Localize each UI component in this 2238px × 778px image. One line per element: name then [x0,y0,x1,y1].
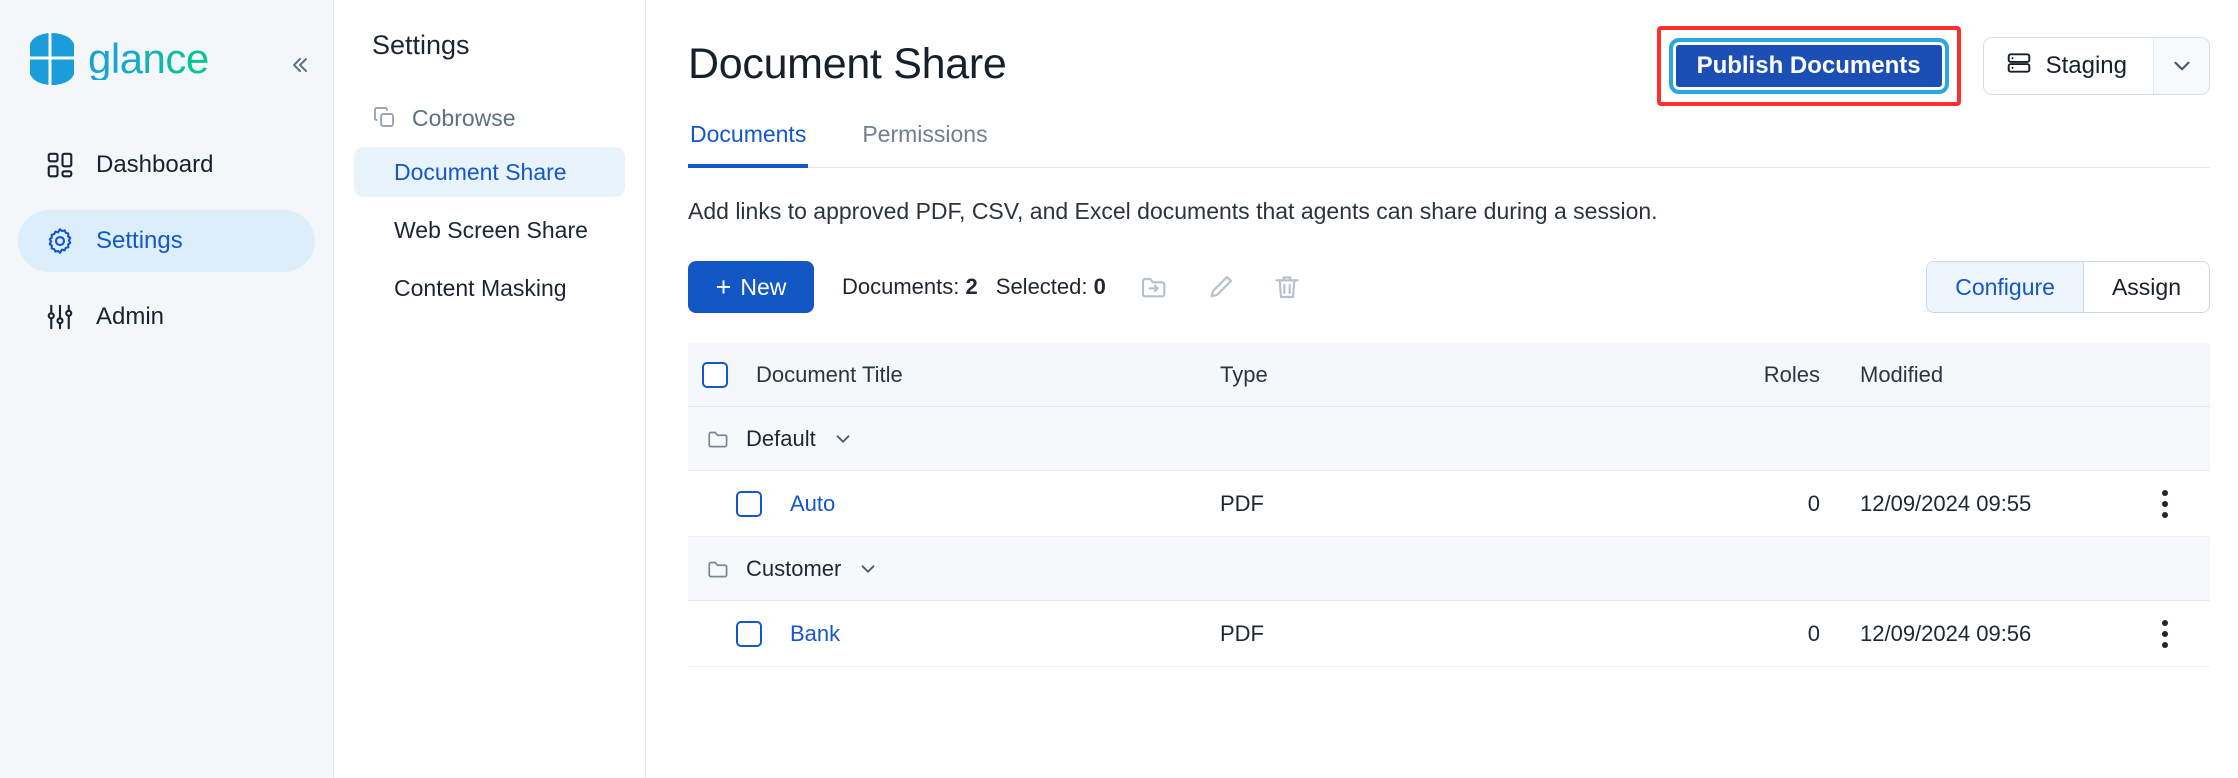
app-root: glance Dashboard [0,0,2238,778]
document-type: PDF [1220,491,1700,517]
page-description: Add links to approved PDF, CSV, and Exce… [688,198,2210,225]
document-title-link[interactable]: Auto [790,491,1220,517]
brand-name: glance [88,38,209,80]
glance-logo-icon [30,33,74,85]
server-stack-icon [2006,50,2032,83]
column-roles[interactable]: Roles [1700,362,1820,388]
publish-documents-button[interactable]: Publish Documents [1669,38,1949,94]
kebab-menu-icon[interactable] [2162,490,2168,518]
selected-count: Selected: 0 [996,274,1106,300]
new-document-button[interactable]: + New [688,261,814,313]
copy-stack-icon [372,105,398,131]
dashboard-grid-icon [44,149,76,181]
column-document-title[interactable]: Document Title [756,362,1220,388]
selected-count-label: Selected: [996,274,1088,299]
row-actions-cell [2120,490,2210,518]
documents-table: Document Title Type Roles Modified Defau… [688,343,2210,667]
move-to-folder-icon[interactable] [1138,270,1172,304]
selected-count-value: 0 [1094,274,1106,299]
sidebar-item-label: Settings [96,227,183,255]
chevron-down-icon[interactable] [832,428,854,450]
document-modified: 12/09/2024 09:55 [1820,491,2120,517]
sidebar-item-dashboard[interactable]: Dashboard [18,134,315,196]
folder-group-name: Customer [746,556,841,582]
plus-icon: + [716,274,732,301]
chevron-down-icon[interactable] [857,558,879,580]
subnav-item-content-masking[interactable]: Content Masking [354,263,625,313]
document-counts: Documents: 2 Selected: 0 [842,274,1106,300]
subnav-item-label: Content Masking [394,275,567,302]
subnav-item-document-share[interactable]: Document Share [354,147,625,197]
edit-pencil-icon[interactable] [1204,270,1238,304]
row-select-cell [688,491,790,517]
folder-group-name: Default [746,426,816,452]
new-document-label: New [740,274,786,301]
gear-icon [44,225,76,257]
settings-subnav: Settings Cobrowse Document Share Web Scr… [334,0,646,778]
tab-permissions[interactable]: Permissions [860,117,989,168]
row-select-cell [688,621,790,647]
row-checkbox[interactable] [736,491,762,517]
table-row[interactable]: Bank PDF 0 12/09/2024 09:56 [688,601,2210,667]
subnav-item-label: Web Screen Share [394,217,588,244]
chevron-down-icon[interactable] [2153,38,2209,94]
folder-icon [706,556,732,582]
environment-label: Staging [2046,52,2127,80]
primary-sidebar: glance Dashboard [0,0,334,778]
toolbar-actions [1138,270,1304,304]
folder-group-row[interactable]: Default [688,407,2210,471]
subnav-item-web-screen-share[interactable]: Web Screen Share [354,205,625,255]
header-actions: Publish Documents Staging [1657,26,2210,106]
folder-icon [706,426,732,452]
document-title-link[interactable]: Bank [790,621,1220,647]
table-toolbar: + New Documents: 2 Selected: 0 [688,261,2210,313]
environment-current[interactable]: Staging [1984,38,2153,94]
document-roles: 0 [1700,491,1820,517]
column-modified[interactable]: Modified [1820,362,2120,388]
subnav-item-label: Document Share [394,159,567,186]
sidebar-item-settings[interactable]: Settings [18,210,315,272]
document-modified: 12/09/2024 09:56 [1820,621,2120,647]
row-checkbox[interactable] [736,621,762,647]
subnav-group-cobrowse[interactable]: Cobrowse [354,97,625,139]
sidebar-item-label: Dashboard [96,151,213,179]
sidebar-collapse-button[interactable] [282,50,312,80]
environment-selector[interactable]: Staging [1983,37,2210,95]
configure-assign-segmented: Configure Assign [1926,261,2210,313]
configure-button[interactable]: Configure [1927,262,2083,312]
publish-documents-annotated: Publish Documents [1657,26,1961,106]
sliders-icon [44,301,76,333]
settings-subnav-title: Settings [354,30,625,61]
documents-count: Documents: 2 [842,274,978,300]
assign-button[interactable]: Assign [2083,262,2209,312]
folder-group-row[interactable]: Customer [688,537,2210,601]
primary-nav: Dashboard Settings [0,134,333,348]
document-roles: 0 [1700,621,1820,647]
tab-documents[interactable]: Documents [688,117,808,168]
documents-count-value: 2 [966,274,978,299]
kebab-menu-icon[interactable] [2162,620,2168,648]
table-row[interactable]: Auto PDF 0 12/09/2024 09:55 [688,471,2210,537]
select-all-checkbox[interactable] [702,362,728,388]
document-type: PDF [1220,621,1700,647]
tab-bar: Documents Permissions [688,117,2210,168]
main-content: Publish Documents Staging [646,0,2238,778]
trash-icon[interactable] [1270,270,1304,304]
subnav-group-label: Cobrowse [412,105,516,132]
row-actions-cell [2120,620,2210,648]
sidebar-item-admin[interactable]: Admin [18,286,315,348]
sidebar-item-label: Admin [96,303,164,331]
column-type[interactable]: Type [1220,362,1700,388]
select-all-cell [688,362,756,388]
documents-count-label: Documents: [842,274,959,299]
table-header-row: Document Title Type Roles Modified [688,343,2210,407]
